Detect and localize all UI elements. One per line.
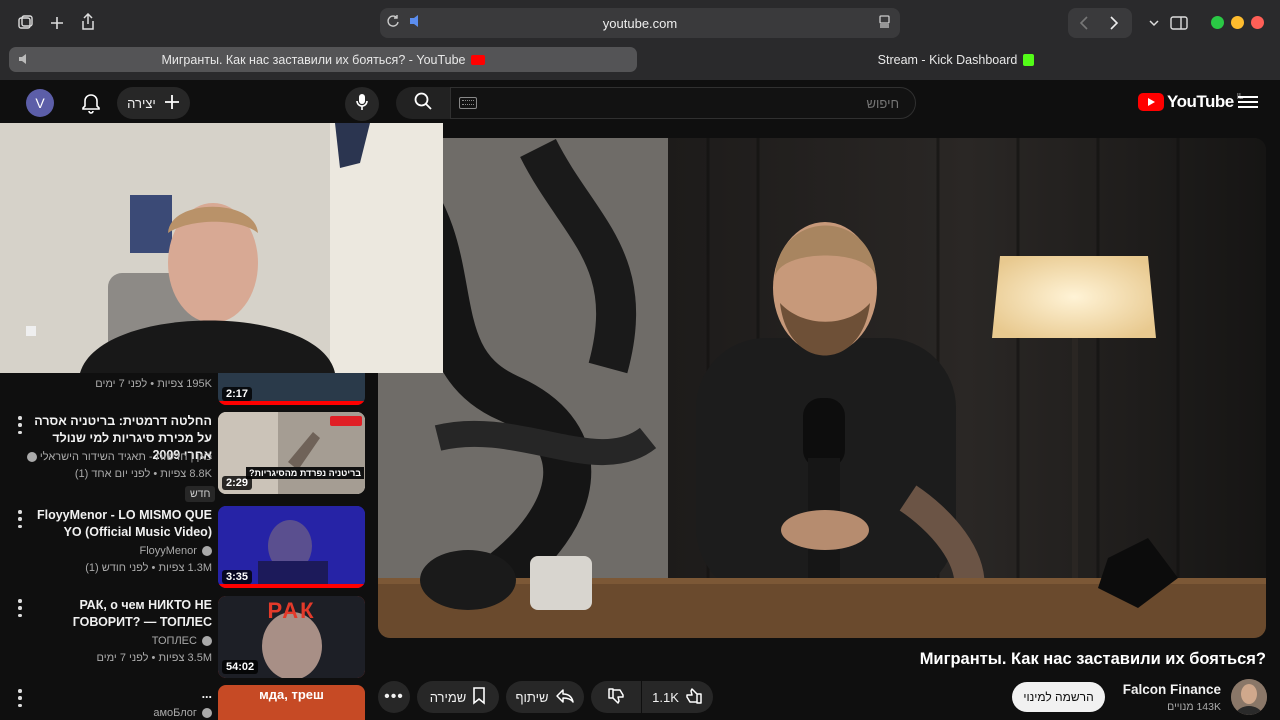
kick-favicon-icon [1023, 53, 1035, 66]
save-button[interactable]: שמירה [417, 681, 499, 713]
save-label: שמירה [429, 689, 467, 705]
search-icon [413, 91, 433, 116]
window-zoom-button[interactable] [1211, 16, 1224, 29]
like-button[interactable]: 1.1K [642, 681, 713, 713]
watch-progress-bar [218, 401, 365, 405]
notifications-bell-icon[interactable] [80, 92, 102, 114]
plus-icon [164, 94, 180, 113]
verified-icon [202, 546, 212, 557]
video-frame [378, 138, 1266, 638]
recommendation-meta: 1.3M צפיות • לפני חודש (1) [85, 562, 212, 574]
dislike-button[interactable] [591, 681, 641, 713]
tab-title: Stream - Kick Dashboard [877, 52, 1018, 67]
back-icon[interactable] [1077, 15, 1091, 36]
share-icon[interactable] [76, 10, 100, 34]
recommendation-title[interactable]: FloyyMenor - LO MISMO QUE YO (Official M… [30, 507, 212, 541]
voice-search-button[interactable] [345, 87, 379, 121]
reload-icon[interactable] [386, 14, 402, 30]
tab-youtube[interactable]: Мигранты. Как нас заставили их бояться? … [9, 47, 637, 72]
more-actions-icon[interactable] [17, 510, 23, 528]
verified-icon [202, 636, 212, 647]
avatar[interactable]: V [26, 89, 54, 117]
recommendation-thumbnail[interactable]: 3:35 [218, 506, 365, 588]
keyboard-icon[interactable] [459, 97, 477, 109]
sidebar-toggle-icon[interactable] [13, 11, 37, 35]
recommendation-channel: амоБлог [60, 707, 212, 719]
channel-name[interactable]: Falcon Finance [1123, 682, 1221, 697]
audio-playing-icon[interactable] [406, 14, 422, 30]
recommendation-meta: 195K צפיות • לפני 7 ימים [95, 378, 212, 390]
search-input[interactable] [450, 87, 916, 119]
browser-chrome: youtube.com Мигранты. Как нас заставили … [0, 0, 1280, 80]
create-label: יצירה [127, 95, 156, 111]
more-actions-icon[interactable] [17, 599, 23, 617]
channel-name: амоБлог [153, 707, 197, 719]
channel-name: FloyyMenor [139, 545, 197, 557]
search-button[interactable] [396, 87, 450, 119]
forward-icon[interactable] [1107, 15, 1121, 36]
tab-overview-chevron-icon[interactable] [1142, 11, 1166, 35]
new-badge: חדש [185, 486, 216, 502]
share-label: שיתוף [515, 689, 549, 705]
recommendation-thumbnail[interactable]: בריטניה נפרדת מהסיגריות? 2:29 [218, 412, 365, 494]
tab-audio-icon[interactable] [17, 53, 31, 68]
subscribe-button[interactable]: הרשמה למינוי [1012, 682, 1105, 712]
url-text: youtube.com [602, 15, 678, 31]
video-duration: 3:35 [222, 570, 253, 584]
thumbnail-caption: мда, треш [259, 687, 324, 702]
youtube-logo[interactable]: YouTube IL [1138, 92, 1243, 112]
share-arrow-icon [555, 688, 575, 707]
tab-kick[interactable]: Stream - Kick Dashboard [641, 47, 1271, 72]
new-tab-icon[interactable] [45, 11, 69, 35]
tab-title: Мигранты. Как нас заставили их бояться? … [161, 52, 466, 67]
create-button[interactable]: יצירה [117, 87, 190, 119]
more-actions-icon[interactable] [17, 416, 23, 434]
video-player[interactable] [378, 138, 1266, 638]
recommendation-channel: ТОПЛЕС [60, 635, 212, 647]
channel-avatar[interactable] [1231, 679, 1267, 715]
more-horizontal-icon: ••• [384, 688, 404, 705]
youtube-play-icon [1138, 93, 1164, 111]
video-duration: 2:17 [222, 387, 253, 401]
split-view-icon[interactable] [1167, 11, 1191, 35]
more-actions-button[interactable]: ••• [378, 681, 410, 713]
webcam-overlay [0, 123, 443, 373]
window-minimize-button[interactable] [1231, 16, 1244, 29]
recommendation-title[interactable]: ... [30, 686, 212, 703]
youtube-favicon-icon [470, 54, 485, 65]
window-close-button[interactable] [1251, 16, 1264, 29]
microphone-icon [354, 92, 370, 117]
subscribe-label: הרשמה למינוי [1023, 690, 1094, 704]
thumbnail-caption: בריטניה נפרדת מהסיגריות? [246, 467, 365, 479]
video-title: Мигранты. Как нас заставили их бояться? [919, 650, 1266, 668]
like-count: 1.1K [652, 689, 679, 705]
bookmark-icon [472, 686, 486, 708]
channel-name: כאן | חדשות - תאגיד השידור הישראלי [39, 451, 212, 463]
avatar-letter: V [35, 95, 45, 111]
recommendation-thumbnail[interactable]: РАК 54:02 [218, 596, 365, 678]
thumbnail-caption: РАК [267, 598, 316, 623]
hamburger-menu-icon[interactable] [1238, 93, 1258, 111]
video-duration: 54:02 [222, 660, 259, 674]
recommendation-channel: FloyyMenor [60, 545, 212, 557]
recommendation-channel: כאן | חדשות - תאגיד השידור הישראלי [22, 451, 212, 463]
thumbs-down-icon [607, 687, 625, 708]
nav-buttons [1068, 8, 1132, 38]
verified-icon [26, 452, 37, 463]
share-button[interactable]: שיתוף [506, 681, 584, 713]
webcam-image [0, 123, 443, 373]
recommendation-thumbnail[interactable]: мда, треш [218, 685, 365, 720]
channel-name: ТОПЛЕС [151, 635, 197, 647]
recommendation-title[interactable]: РАК, о чем НИКТО НЕ ГОВОРИТ? — ТОПЛЕС [30, 597, 212, 631]
recommendation-meta: 3.5M צפיות • לפני 7 ימים [96, 652, 212, 664]
reader-icon[interactable] [878, 15, 892, 29]
verified-icon [202, 708, 212, 719]
channel-subscriber-count: 143K מנויים [1167, 701, 1221, 713]
thumbs-up-icon [685, 687, 703, 708]
more-actions-icon[interactable] [17, 689, 23, 707]
recommendation-meta: 8.8K צפיות • לפני יום אחד (1) [74, 468, 212, 480]
logo-text: YouTube [1167, 92, 1234, 111]
video-duration: 2:29 [222, 476, 253, 490]
address-bar[interactable]: youtube.com [380, 8, 900, 38]
